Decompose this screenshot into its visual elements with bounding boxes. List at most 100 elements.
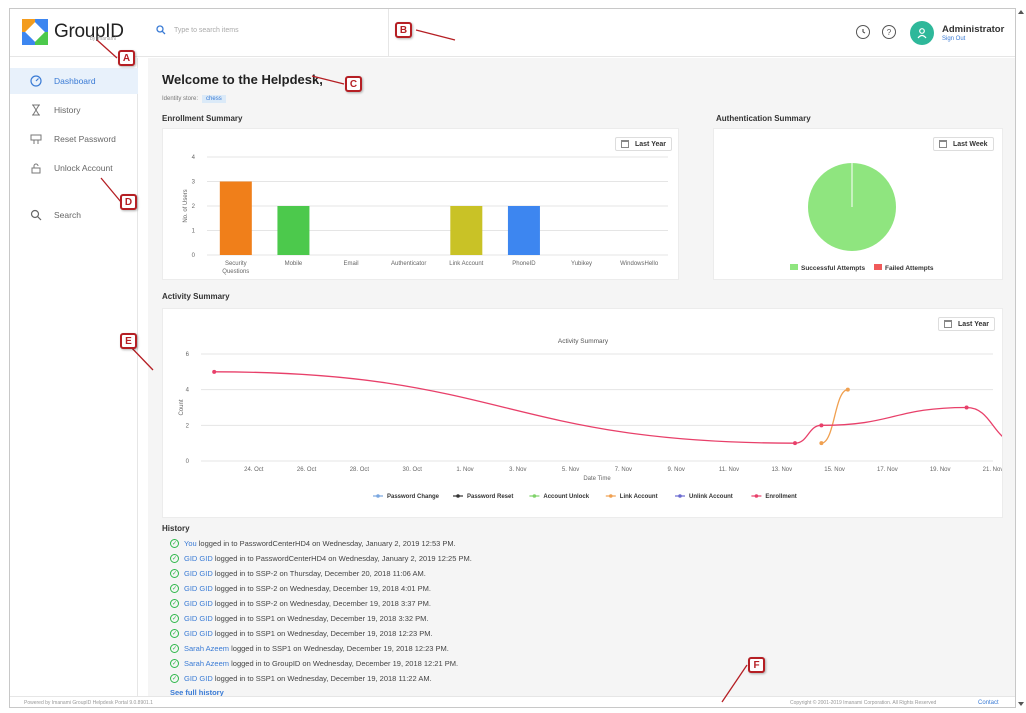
series-line xyxy=(821,389,849,444)
authentication-pie-chart: Successful Attempts Failed Attempts xyxy=(790,163,934,272)
history-message: logged in to SSP1 on Wednesday, December… xyxy=(229,644,449,653)
history-user-link[interactable]: GID GID xyxy=(184,584,213,593)
help-icon[interactable]: ? xyxy=(882,25,896,39)
history-row: ✓ You logged in to PasswordCenterHD4 on W… xyxy=(170,536,670,551)
identity-label: Identity store: xyxy=(162,96,199,102)
logo-subtitle: by Imanami xyxy=(90,36,116,42)
sidebar-item-label: Search xyxy=(54,210,81,220)
check-circle-icon: ✓ xyxy=(170,659,179,668)
sidebar-item-history[interactable]: History xyxy=(10,97,138,123)
x-tick-label: 19. Nov xyxy=(930,467,951,473)
x-tick-label: 1. Nov xyxy=(456,467,473,473)
x-tick-label: Yubikey xyxy=(571,261,592,267)
legend-label: Unlink Account xyxy=(689,494,733,500)
x-tick-label: 13. Nov xyxy=(771,467,792,473)
bar xyxy=(277,206,310,255)
bar xyxy=(507,206,540,255)
history-text: GID GID logged in to SSP-2 on Wednesday,… xyxy=(184,584,431,593)
avatar[interactable] xyxy=(910,21,934,45)
history-user-link[interactable]: Sarah Azeem xyxy=(184,644,229,653)
history-user-link[interactable]: GID GID xyxy=(184,614,213,623)
check-circle-icon: ✓ xyxy=(170,584,179,593)
auth-period-button[interactable]: Last Week xyxy=(933,137,994,151)
history-message: logged in to SSP-2 on Thursday, December… xyxy=(212,569,426,578)
y-tick-label: 6 xyxy=(186,352,190,358)
x-tick-label: 3. Nov xyxy=(509,467,526,473)
identity-store-badge[interactable]: chess xyxy=(202,95,226,103)
search-input[interactable]: Type to search items xyxy=(174,27,239,34)
data-point xyxy=(819,423,824,428)
x-tick-label: 26. Oct xyxy=(297,467,317,473)
history-row: ✓ GID GID logged in to SSP1 on Wednesday,… xyxy=(170,671,670,686)
history-title: History xyxy=(162,524,190,533)
history-user-link[interactable]: GID GID xyxy=(184,569,213,578)
calendar-icon xyxy=(944,320,952,328)
history-message: logged in to SSP-2 on Wednesday, Decembe… xyxy=(212,599,431,608)
sign-out-link[interactable]: Sign Out xyxy=(942,36,965,42)
sidebar: Dashboard History Reset Password Unlock … xyxy=(10,58,138,696)
callout-d: D xyxy=(120,194,137,210)
x-tick-label: 28. Oct xyxy=(350,467,370,473)
enrollment-period-button[interactable]: Last Year xyxy=(615,137,673,151)
scrollbar[interactable] xyxy=(1016,8,1026,708)
check-circle-icon: ✓ xyxy=(170,569,179,578)
history-user-link[interactable]: GID GID xyxy=(184,674,213,683)
user-icon xyxy=(917,28,927,39)
history-user-link[interactable]: GID GID xyxy=(184,599,213,608)
footer-copyright: Copyright © 2001-2019 Imanami Corporatio… xyxy=(790,700,937,706)
y-tick-label: 1 xyxy=(192,229,196,235)
y-tick-label: 0 xyxy=(186,459,190,465)
data-point xyxy=(964,405,969,410)
data-point xyxy=(793,441,797,446)
history-user-link[interactable]: GID GID xyxy=(184,629,213,638)
app-window: GroupID by Imanami Type to search items … xyxy=(9,8,1016,708)
history-text: GID GID logged in to SSP-2 on Wednesday,… xyxy=(184,599,431,608)
clock-icon[interactable] xyxy=(856,25,870,39)
sidebar-item-reset-password[interactable]: Reset Password xyxy=(10,126,138,152)
history-text: GID GID logged in to SSP1 on Wednesday, … xyxy=(184,674,432,683)
bar xyxy=(219,181,252,255)
data-point xyxy=(819,441,824,446)
sidebar-item-search[interactable]: Search xyxy=(10,202,138,228)
footer-powered-by: Powered by Imanami GroupID Helpdesk Port… xyxy=(24,700,153,706)
x-tick-label: Link Account xyxy=(449,261,483,267)
help-icon-glyph: ? xyxy=(886,27,892,37)
history-text: GID GID logged in to SSP1 on Wednesday, … xyxy=(184,629,433,638)
sidebar-item-unlock-account[interactable]: Unlock Account xyxy=(10,155,138,181)
callout-e: E xyxy=(120,333,137,349)
legend-label: Password Reset xyxy=(467,494,513,500)
legend-label: Password Change xyxy=(387,494,440,500)
history-text: Sarah Azeem logged in to SSP1 on Wednesd… xyxy=(184,644,449,653)
contact-link[interactable]: Contact xyxy=(978,700,999,706)
y-tick-label: 3 xyxy=(192,180,196,186)
history-text: GID GID logged in to SSP-2 on Thursday, … xyxy=(184,569,426,578)
authentication-summary-title: Authentication Summary xyxy=(716,114,811,123)
hourglass-icon xyxy=(30,104,42,116)
history-user-link[interactable]: You xyxy=(184,539,197,548)
y-tick-label: 2 xyxy=(186,423,190,429)
search-box[interactable]: Type to search items xyxy=(156,25,239,35)
check-circle-icon: ✓ xyxy=(170,599,179,608)
check-circle-icon: ✓ xyxy=(170,614,179,623)
history-message: logged in to PasswordCenterHD4 on Wednes… xyxy=(196,539,456,548)
check-circle-icon: ✓ xyxy=(170,629,179,638)
callout-b: B xyxy=(395,22,412,38)
legend-marker xyxy=(376,494,380,498)
sidebar-item-dashboard[interactable]: Dashboard xyxy=(10,68,138,94)
history-row: ✓ GID GID logged in to SSP-2 on Thursday,… xyxy=(170,566,670,581)
check-circle-icon: ✓ xyxy=(170,539,179,548)
history-user-link[interactable]: GID GID xyxy=(184,554,213,563)
legend-marker xyxy=(532,494,537,498)
activity-line-chart: Activity Summary 0 2 4 6 Count 24. Oct 26. Oct 2… xyxy=(179,338,1015,500)
callout-f: F xyxy=(748,657,765,673)
period-label: Last Year xyxy=(635,140,667,148)
x-tick-label: 21. Nov xyxy=(983,467,1002,473)
callout-c: C xyxy=(345,76,362,92)
x-tick-label: Email xyxy=(344,261,359,267)
x-axis-label: Date Time xyxy=(583,476,611,482)
legend-label: Account Unlock xyxy=(543,494,589,500)
history-user-link[interactable]: Sarah Azeem xyxy=(184,659,229,668)
activity-summary-card: Last Year Activity Summary 0 2 4 6 Count 24. O… xyxy=(162,308,1015,518)
y-axis-label: No. of Users xyxy=(183,189,189,222)
activity-period-button[interactable]: Last Year xyxy=(938,317,996,331)
